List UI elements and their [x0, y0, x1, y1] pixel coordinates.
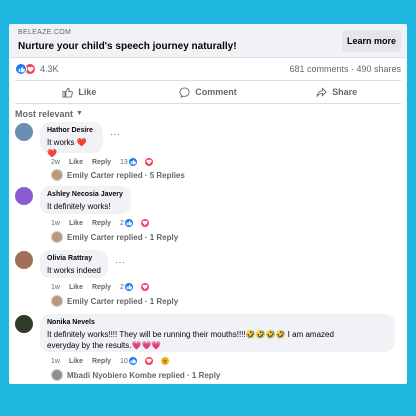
ad-link-preview[interactable]: BELEAZE.COM Nurture your child's speech …: [9, 24, 407, 58]
comment-reactions[interactable]: [127, 157, 163, 167]
comment-bubble: Nonika Nevels It definitely works!!!! Th…: [40, 314, 395, 352]
like-button[interactable]: Like: [15, 81, 144, 103]
comment-meta: 1w Like Reply 2: [51, 282, 168, 292]
comment-text: It definitely works!!!! They will be run…: [47, 329, 388, 351]
comment-like-link[interactable]: Like: [69, 220, 83, 227]
comment-button[interactable]: Comment: [144, 81, 273, 103]
commenter-name[interactable]: Hathor Desire: [47, 127, 96, 134]
comment-reply-link[interactable]: Reply: [92, 159, 111, 166]
love-reaction-icon: [143, 157, 154, 167]
more-options-icon[interactable]: ···: [110, 129, 121, 139]
comment-time: 1w: [51, 357, 60, 365]
replies-label: Emily Carter replied · 1 Reply: [67, 296, 179, 306]
comment-bubble-icon: [179, 86, 190, 98]
comment-reply-link[interactable]: Reply: [92, 358, 111, 365]
reaction-icons[interactable]: [15, 63, 36, 75]
like-reaction-icon: [127, 356, 138, 366]
comment-meta: 1w Like Reply 2: [51, 218, 168, 228]
comment-meta: 2w Like Reply 13: [51, 157, 172, 167]
comment-reactions[interactable]: [123, 218, 159, 228]
replies-link[interactable]: Emily Carter replied · 1 Reply: [51, 231, 178, 243]
love-reaction-icon: [139, 282, 150, 292]
comment-label: Comment: [195, 87, 237, 97]
comment-like-link[interactable]: Like: [69, 358, 83, 365]
comment-reactions[interactable]: [127, 356, 179, 366]
comment-reaction-count: 13: [120, 158, 128, 166]
reply-avatar: [51, 369, 63, 381]
reply-avatar: [51, 231, 63, 243]
love-reaction-icon: [143, 356, 154, 366]
caret-down-icon: ▼: [76, 110, 83, 117]
comment-reply-link[interactable]: Reply: [92, 220, 111, 227]
replies-link[interactable]: Emily Carter replied · 5 Replies: [51, 169, 185, 181]
comment-like-link[interactable]: Like: [69, 284, 83, 291]
share-label: Share: [332, 87, 358, 97]
comment-text: It definitely works!: [47, 202, 111, 211]
replies-label: Emily Carter replied · 1 Reply: [67, 232, 179, 242]
commenter-name[interactable]: Olivia Rattray: [47, 255, 101, 262]
avatar[interactable]: [15, 187, 33, 205]
comment-text-line: It definitely works!!!! They will be run…: [47, 330, 334, 339]
avatar[interactable]: [15, 251, 33, 269]
comment-text: It works ❤️❤️: [47, 138, 87, 158]
replies-link[interactable]: Mbadi Nyobiero Kombe replied · 1 Reply: [51, 369, 220, 381]
share-button[interactable]: Share: [272, 81, 401, 103]
like-reaction-icon: [123, 218, 134, 228]
ad-domain: BELEAZE.COM: [18, 29, 72, 36]
reaction-count[interactable]: 4.3K: [40, 64, 59, 74]
wow-reaction-icon: [159, 356, 170, 366]
post-stats: 4.3K 681 comments · 490 shares: [9, 58, 407, 80]
ad-post-card: BELEAZE.COM Nurture your child's speech …: [9, 24, 407, 384]
like-reaction-icon: [127, 157, 138, 167]
comment-reactions[interactable]: [123, 282, 159, 292]
comment-meta: 1w Like Reply 10: [51, 356, 188, 366]
comment-like-link[interactable]: Like: [69, 159, 83, 166]
comment-text-line: everyday by the results.💗💗💗: [47, 341, 162, 350]
ad-title[interactable]: Nurture your child's speech journey natu…: [18, 41, 237, 52]
comment-sort-dropdown[interactable]: Most relevant ▼: [9, 104, 407, 123]
commenter-name[interactable]: Ashley Necosia Javery: [47, 191, 124, 198]
comment-reply-link[interactable]: Reply: [92, 284, 111, 291]
love-reaction-icon: [139, 218, 150, 228]
like-reaction-icon: [123, 282, 134, 292]
avatar[interactable]: [15, 123, 33, 141]
share-arrow-icon: [316, 86, 327, 97]
thumbs-up-icon: [62, 87, 74, 98]
learn-more-button[interactable]: Learn more: [342, 30, 401, 52]
comment-text: It works indeed: [47, 266, 101, 275]
comment-time: 1w: [51, 283, 60, 291]
reply-avatar: [51, 295, 63, 307]
comments-shares-count[interactable]: 681 comments · 490 shares: [289, 64, 401, 74]
more-options-icon[interactable]: ···: [115, 257, 126, 267]
comment-time: 1w: [51, 219, 60, 227]
like-label: Like: [78, 87, 97, 97]
replies-label: Mbadi Nyobiero Kombe replied · 1 Reply: [67, 370, 221, 380]
sort-label: Most relevant: [15, 108, 74, 119]
comment-bubble: Ashley Necosia Javery It definitely work…: [40, 186, 131, 214]
replies-label: Emily Carter replied · 5 Replies: [67, 170, 185, 180]
like-reaction-icon: [15, 63, 27, 75]
commenter-name[interactable]: Nonika Nevels: [47, 319, 388, 326]
reply-avatar: [51, 169, 63, 181]
comment-time: 2w: [51, 158, 60, 166]
avatar[interactable]: [15, 315, 33, 333]
replies-link[interactable]: Emily Carter replied · 1 Reply: [51, 295, 178, 307]
comment-reaction-count: 10: [120, 357, 128, 365]
comment-bubble: Olivia Rattray It works indeed: [40, 250, 108, 278]
post-actions-bar: Like Comment Share: [15, 80, 401, 104]
comment-bubble: Hathor Desire It works ❤️❤️: [40, 122, 103, 158]
